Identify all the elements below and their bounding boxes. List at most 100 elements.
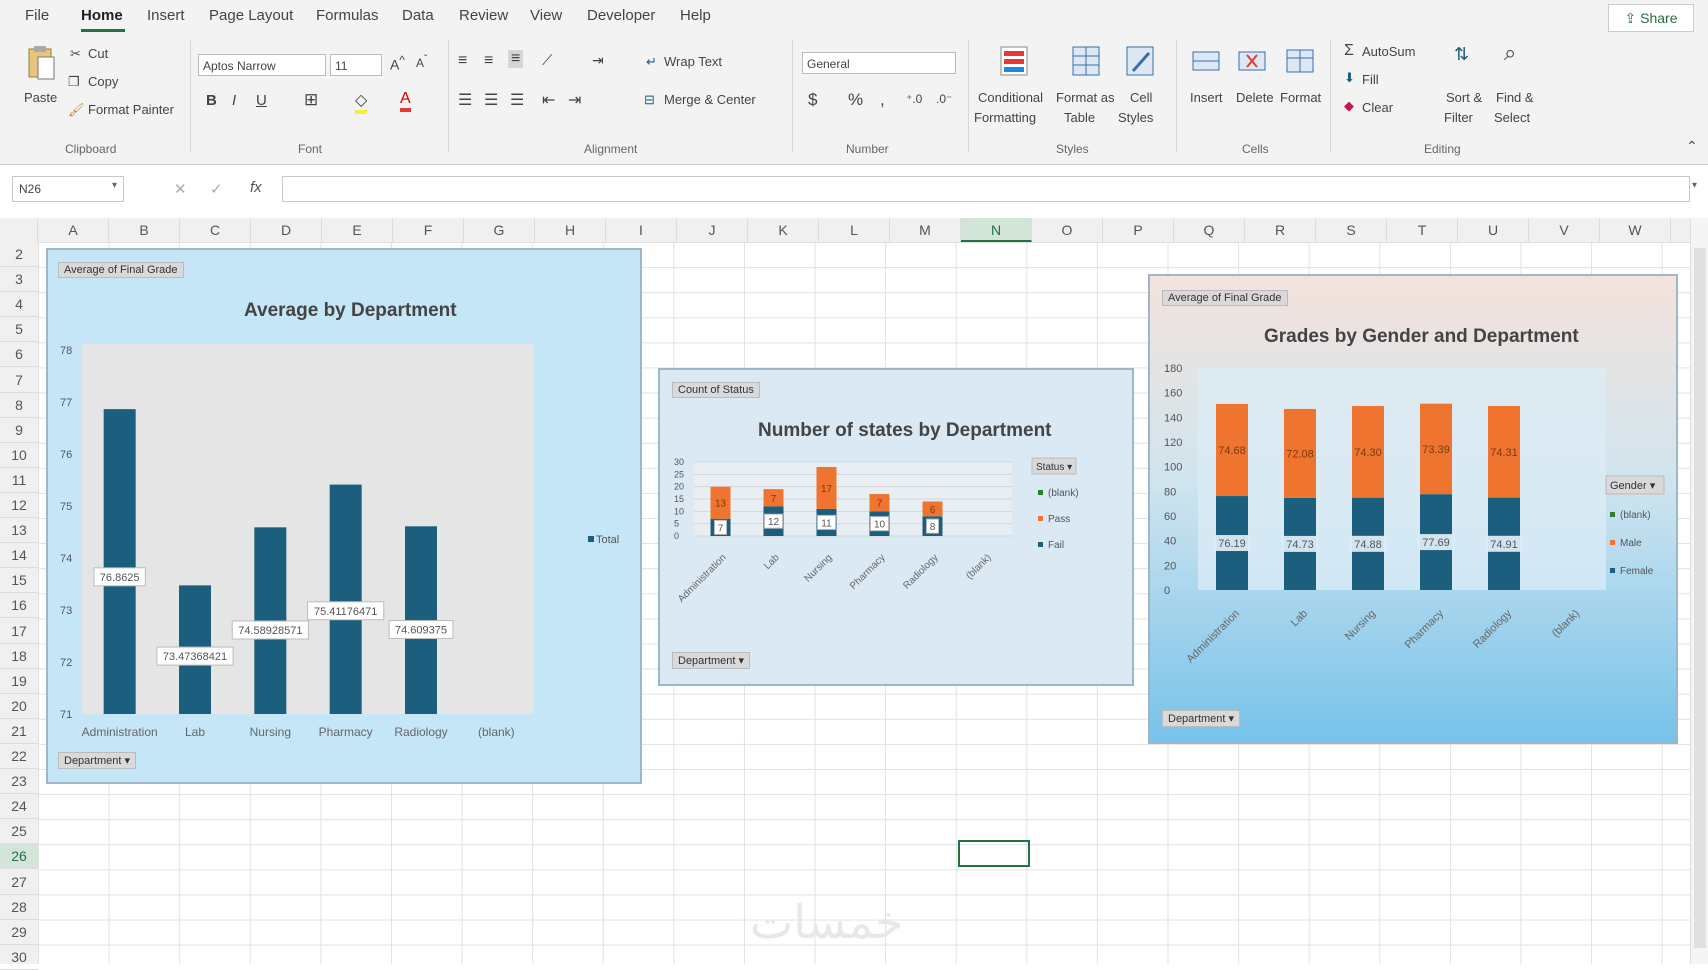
formula-input[interactable]	[282, 176, 1690, 202]
conditional-formatting-button[interactable]: Conditional	[978, 90, 1043, 105]
row-header-4[interactable]: 4	[0, 292, 38, 318]
collapse-ribbon-icon[interactable]: ⌃	[1686, 138, 1698, 155]
decrease-indent-icon[interactable]: ⇤	[542, 90, 555, 110]
row-header-24[interactable]: 24	[0, 794, 38, 820]
fill-icon[interactable]: ⬇	[1344, 70, 1355, 86]
percent-icon[interactable]: %	[848, 90, 863, 110]
column-header-e[interactable]: E	[322, 218, 393, 242]
cancel-icon[interactable]: ✕	[174, 180, 187, 198]
borders-icon[interactable]: ⊞	[304, 90, 318, 110]
column-header-w[interactable]: W	[1600, 218, 1671, 242]
conditional-formatting-button-line2[interactable]: Formatting	[974, 110, 1036, 125]
cell-styles-button-line2[interactable]: Styles	[1118, 110, 1153, 125]
column-header-n[interactable]: N	[961, 218, 1032, 242]
menu-review[interactable]: Review	[459, 7, 508, 24]
align-bottom-icon[interactable]: ≡	[508, 50, 524, 68]
row-header-7[interactable]: 7	[0, 368, 38, 393]
row-header-13[interactable]: 13	[0, 518, 38, 544]
column-header-g[interactable]: G	[464, 218, 535, 242]
row-header-9[interactable]: 9	[0, 418, 38, 443]
menu-file[interactable]: File	[25, 7, 49, 24]
delete-cells-button[interactable]: Delete	[1236, 90, 1274, 105]
copy-button[interactable]: Copy	[88, 74, 118, 89]
row-header-12[interactable]: 12	[0, 493, 38, 518]
select-all-corner[interactable]	[0, 218, 38, 242]
number-format-select[interactable]: General	[802, 52, 956, 74]
column-header-o[interactable]: O	[1032, 218, 1103, 242]
expand-formula-icon[interactable]: ▾	[1692, 180, 1697, 191]
column-header-t[interactable]: T	[1387, 218, 1458, 242]
selected-cell[interactable]	[958, 840, 1030, 867]
format-painter-button[interactable]: Format Painter	[88, 102, 174, 117]
row-header-11[interactable]: 11	[0, 468, 38, 493]
share-button[interactable]: ⇪ Share	[1608, 4, 1694, 32]
row-header-26[interactable]: 26	[0, 844, 38, 870]
row-header-14[interactable]: 14	[0, 543, 38, 569]
comma-icon[interactable]: ,	[880, 90, 885, 110]
find-select-button[interactable]: Find &	[1496, 90, 1534, 105]
paste-icon[interactable]	[24, 44, 58, 82]
increase-font-icon[interactable]: A^	[390, 54, 405, 73]
row-header-17[interactable]: 17	[0, 619, 38, 644]
column-header-c[interactable]: C	[180, 218, 251, 242]
row-header-18[interactable]: 18	[0, 644, 38, 669]
increase-indent-icon[interactable]: ⇥	[568, 90, 581, 110]
row-header-15[interactable]: 15	[0, 568, 38, 594]
font-size-select[interactable]: 11	[330, 54, 382, 76]
column-header-b[interactable]: B	[109, 218, 180, 242]
row-header-28[interactable]: 28	[0, 895, 38, 920]
chart-filter-button[interactable]: Department ▾	[672, 652, 751, 669]
cell-styles-button[interactable]: Cell	[1130, 90, 1152, 105]
column-header-k[interactable]: K	[748, 218, 819, 242]
format-cells-button[interactable]: Format	[1280, 90, 1321, 105]
font-color-icon[interactable]: A	[400, 90, 411, 112]
sort-filter-icon[interactable]: ⇅	[1454, 44, 1469, 65]
clear-icon[interactable]: ◆	[1344, 98, 1354, 114]
fill-color-icon[interactable]: ◇	[355, 90, 368, 114]
row-header-8[interactable]: 8	[0, 393, 38, 418]
italic-icon[interactable]: I	[232, 92, 236, 109]
column-header-u[interactable]: U	[1458, 218, 1529, 242]
font-name-select[interactable]: Aptos Narrow	[198, 54, 326, 76]
column-header-m[interactable]: M	[890, 218, 961, 242]
find-select-icon[interactable]: ⌕	[1504, 40, 1516, 66]
insert-function-icon[interactable]: fx	[250, 179, 262, 196]
insert-cells-icon[interactable]	[1190, 44, 1222, 78]
column-header-s[interactable]: S	[1316, 218, 1387, 242]
column-header-l[interactable]: L	[819, 218, 890, 242]
cut-icon[interactable]: ✂	[70, 46, 81, 62]
chart-filter-button[interactable]: Department ▾	[1162, 710, 1241, 727]
paste-button[interactable]: Paste	[24, 90, 57, 105]
merge-center-icon[interactable]: ⊟	[644, 92, 655, 108]
column-header-p[interactable]: P	[1103, 218, 1174, 242]
sort-filter-button-line2[interactable]: Filter	[1444, 110, 1473, 125]
column-header-v[interactable]: V	[1529, 218, 1600, 242]
row-header-30[interactable]: 30	[0, 945, 38, 970]
find-select-button-line2[interactable]: Select	[1494, 110, 1530, 125]
row-header-20[interactable]: 20	[0, 694, 38, 719]
column-header-f[interactable]: F	[393, 218, 464, 242]
copy-icon[interactable]: ❐	[68, 74, 80, 90]
row-header-23[interactable]: 23	[0, 769, 38, 795]
chart-filter-button[interactable]: Department ▾	[58, 752, 137, 769]
align-middle-icon[interactable]: ≡	[484, 52, 493, 70]
indent-icon[interactable]: ⇥	[592, 52, 604, 69]
insert-cells-button[interactable]: Insert	[1190, 90, 1223, 105]
delete-cells-icon[interactable]	[1236, 44, 1268, 78]
vertical-scrollbar[interactable]	[1690, 218, 1708, 964]
bold-icon[interactable]: B	[206, 92, 217, 109]
row-header-21[interactable]: 21	[0, 719, 38, 744]
autosum-icon[interactable]: Σ	[1344, 42, 1354, 60]
chevron-down-icon[interactable]: ▾	[112, 180, 117, 191]
menu-developer[interactable]: Developer	[587, 7, 655, 24]
currency-icon[interactable]: $	[808, 90, 817, 110]
enter-icon[interactable]: ✓	[210, 180, 223, 198]
chart-average-by-department[interactable]: Average of Final Grade Average by Depart…	[46, 248, 642, 784]
row-header-5[interactable]: 5	[0, 317, 38, 343]
row-header-2[interactable]: 2	[0, 242, 38, 267]
row-header-27[interactable]: 27	[0, 870, 38, 895]
menu-view[interactable]: View	[530, 7, 562, 24]
format-as-table-button[interactable]: Format as	[1056, 90, 1115, 105]
format-painter-icon[interactable]: 🖌	[68, 102, 85, 118]
align-top-icon[interactable]: ≡	[458, 52, 467, 70]
